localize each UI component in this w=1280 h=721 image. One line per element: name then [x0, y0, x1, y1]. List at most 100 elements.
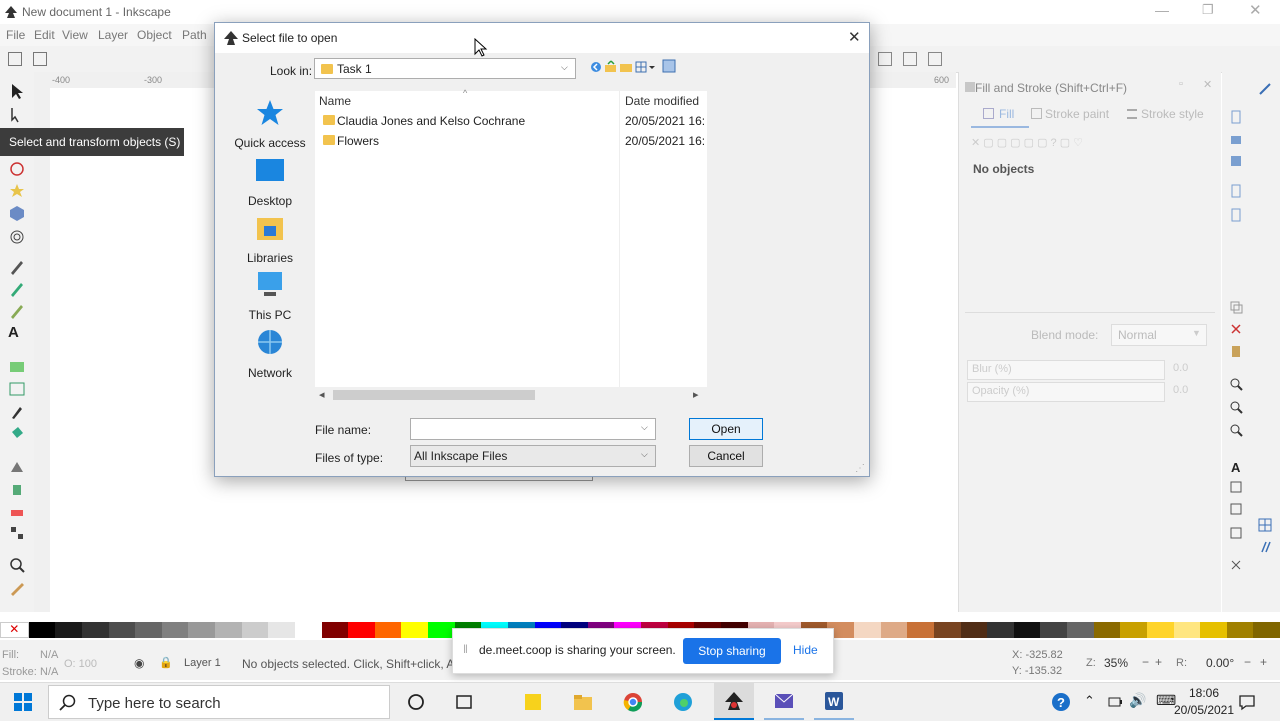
eraser-tool-icon[interactable] — [8, 502, 26, 520]
color-swatch[interactable] — [401, 622, 428, 638]
color-swatch[interactable] — [374, 622, 402, 638]
blur-slider[interactable]: Blur (%) — [967, 360, 1165, 380]
chrome-icon[interactable] — [622, 691, 644, 713]
selector-tool-icon[interactable] — [8, 82, 26, 100]
color-swatch[interactable] — [161, 622, 189, 638]
color-swatch[interactable] — [108, 622, 136, 638]
battery-icon[interactable] — [1107, 694, 1123, 710]
snap-grid-icon[interactable] — [1258, 518, 1272, 532]
panel-close-icon[interactable]: ✕ — [1203, 78, 1212, 91]
ellipse-tool-icon[interactable] — [8, 160, 26, 178]
color-swatch[interactable] — [241, 622, 269, 638]
cortana-icon[interactable] — [405, 691, 427, 713]
copy-icon[interactable] — [1229, 300, 1243, 314]
color-swatch[interactable] — [268, 622, 295, 638]
sticky-notes-icon[interactable] — [522, 691, 544, 713]
color-swatch[interactable] — [854, 622, 881, 638]
snap-icon[interactable] — [878, 52, 892, 66]
color-swatch[interactable] — [1173, 622, 1201, 638]
connector-tool-icon[interactable] — [8, 524, 26, 542]
taskbar-search-box[interactable]: Type here to search — [48, 685, 390, 719]
file-name-input[interactable]: ⌵ — [410, 418, 656, 440]
color-swatch[interactable] — [1040, 622, 1067, 638]
tab-stroke-style[interactable]: Stroke style — [1125, 104, 1217, 126]
color-swatch[interactable] — [321, 622, 349, 638]
paint-bucket-tool-icon[interactable] — [8, 424, 26, 442]
color-swatch[interactable] — [215, 622, 242, 638]
xml-editor-icon[interactable] — [1229, 558, 1243, 572]
file-explorer-icon[interactable] — [572, 691, 594, 713]
zoom-out-icon[interactable]: − — [1142, 655, 1149, 669]
no-paint-swatch[interactable]: ✕ — [0, 622, 29, 638]
snap-nodes-icon[interactable] — [928, 52, 942, 66]
color-swatch[interactable] — [135, 622, 162, 638]
task-view-icon[interactable] — [453, 691, 475, 713]
zoom-tool-icon[interactable] — [8, 556, 26, 574]
cut-icon[interactable] — [1229, 322, 1243, 336]
restore-icon[interactable]: ❐ — [1202, 2, 1214, 18]
rotate-plus-icon[interactable]: + — [1260, 655, 1267, 669]
file-row[interactable]: Claudia Jones and Kelso Cochrane 20/05/2… — [315, 111, 707, 131]
stop-sharing-button[interactable]: Stop sharing — [683, 638, 781, 664]
close-window-icon[interactable]: ✕ — [1249, 1, 1262, 19]
up-folder-icon[interactable] — [604, 60, 618, 74]
color-swatch[interactable] — [987, 622, 1014, 638]
select-all-layers-icon[interactable] — [33, 52, 47, 66]
menu-layer[interactable]: Layer — [98, 28, 128, 42]
zoom-page-icon[interactable] — [1229, 423, 1243, 437]
menu-object[interactable]: Object — [137, 28, 172, 42]
new-folder-icon[interactable] — [619, 60, 633, 74]
paste-icon[interactable] — [1229, 344, 1243, 358]
pencil-tool-icon[interactable] — [8, 258, 26, 276]
chevron-down-icon[interactable]: ⌵ — [641, 422, 648, 433]
color-swatch[interactable] — [933, 622, 961, 638]
mesh-tool-icon[interactable] — [8, 380, 26, 398]
drag-handle-icon[interactable]: ‖ — [463, 642, 468, 656]
edge-icon[interactable] — [672, 691, 694, 713]
3d-box-tool-icon[interactable] — [8, 204, 26, 222]
star-tool-icon[interactable] — [8, 182, 26, 200]
hide-button[interactable]: Hide — [793, 643, 818, 657]
windows-start-icon[interactable] — [14, 693, 32, 711]
color-swatch[interactable] — [28, 622, 56, 638]
nav-desktop[interactable]: Desktop — [225, 155, 315, 208]
measure-tool-icon[interactable] — [8, 580, 26, 598]
zoom-selection-icon[interactable] — [1229, 377, 1243, 391]
chevron-up-icon[interactable]: ⌃ — [1084, 693, 1095, 709]
menu-path[interactable]: Path — [182, 28, 207, 42]
color-swatch[interactable] — [907, 622, 934, 638]
zoom-in-icon[interactable]: + — [1155, 655, 1162, 669]
zoom-drawing-icon[interactable] — [1229, 400, 1243, 414]
preview-pane-icon[interactable] — [662, 59, 676, 73]
tweak-tool-icon[interactable] — [8, 458, 26, 476]
color-swatch[interactable] — [1067, 622, 1094, 638]
pen-tool-icon[interactable] — [8, 280, 26, 298]
spiral-tool-icon[interactable] — [8, 228, 26, 246]
taskbar-time[interactable]: 18:06 — [1174, 686, 1234, 700]
taskbar-date[interactable]: 20/05/2021 — [1168, 703, 1240, 717]
open-file-icon[interactable] — [1229, 132, 1243, 146]
opacity-slider[interactable]: Opacity (%) — [967, 382, 1165, 402]
color-swatch[interactable] — [1146, 622, 1174, 638]
ungroup-icon[interactable] — [1229, 502, 1243, 516]
zoom-value[interactable]: 35% — [1104, 656, 1128, 670]
text-tool-icon[interactable]: A — [8, 324, 26, 342]
resize-grip-icon[interactable]: ⋰ — [855, 463, 865, 474]
color-swatch[interactable] — [880, 622, 908, 638]
color-swatch[interactable] — [1226, 622, 1254, 638]
scroll-left-icon[interactable]: ◂ — [319, 388, 325, 401]
opacity-field[interactable]: O: 100 — [64, 658, 97, 670]
color-swatch[interactable] — [188, 622, 215, 638]
taskbar-inkscape-app[interactable] — [714, 683, 754, 720]
import-icon[interactable] — [1229, 184, 1243, 198]
color-swatch[interactable] — [294, 622, 322, 638]
color-swatch[interactable] — [348, 622, 375, 638]
panel-menu-icon[interactable]: ▫ — [1179, 78, 1183, 90]
color-swatch[interactable] — [1253, 622, 1280, 638]
group-icon[interactable] — [1229, 480, 1243, 494]
gradient-tool-icon[interactable] — [8, 358, 26, 376]
nav-quick-access[interactable]: Quick access — [225, 97, 315, 150]
horizontal-scrollbar[interactable]: ◂ ▸ — [315, 387, 707, 403]
blend-mode-select[interactable]: Normal ▼ — [1111, 324, 1207, 346]
color-swatch[interactable] — [1120, 622, 1147, 638]
